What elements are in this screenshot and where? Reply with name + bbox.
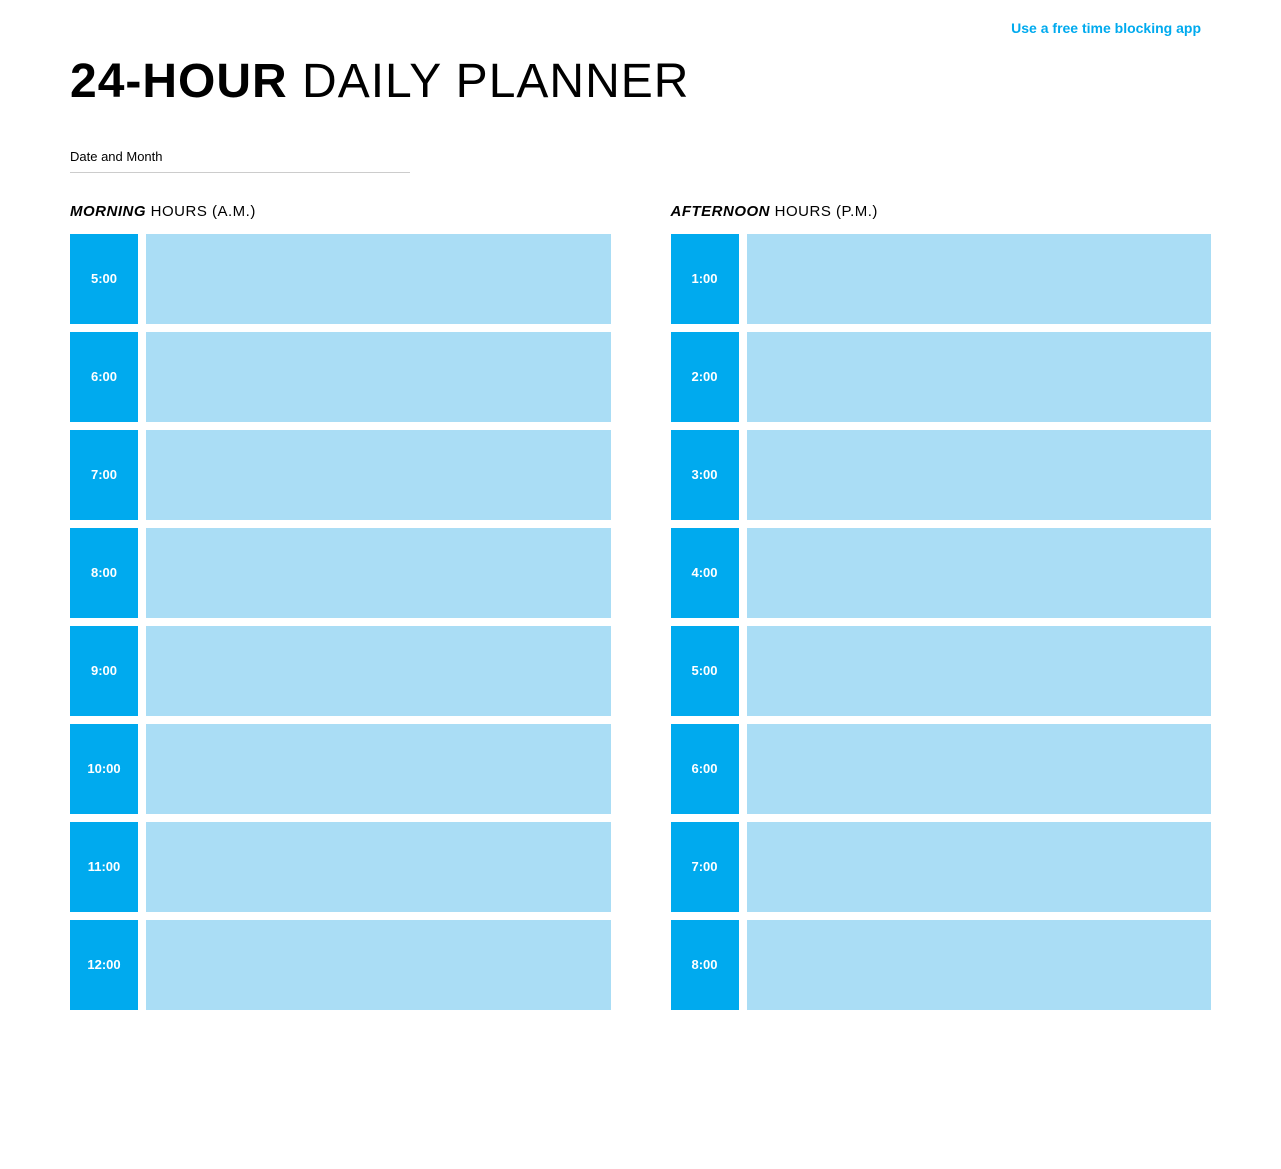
time-slot: 7:00 bbox=[671, 822, 1212, 912]
time-label: 9:00 bbox=[70, 626, 138, 716]
date-label: Date and Month bbox=[70, 149, 430, 164]
time-slot: 4:00 bbox=[671, 528, 1212, 618]
time-label: 6:00 bbox=[70, 332, 138, 422]
time-block[interactable] bbox=[747, 724, 1212, 814]
time-slot: 1:00 bbox=[671, 234, 1212, 324]
time-block[interactable] bbox=[747, 234, 1212, 324]
time-block[interactable] bbox=[747, 528, 1212, 618]
time-label: 11:00 bbox=[70, 822, 138, 912]
time-label: 8:00 bbox=[70, 528, 138, 618]
time-slot: 2:00 bbox=[671, 332, 1212, 422]
page-title: 24-HOUR DAILY PLANNER bbox=[70, 56, 1211, 109]
time-slot: 6:00 bbox=[671, 724, 1212, 814]
time-block[interactable] bbox=[146, 920, 611, 1010]
time-slot: 5:00 bbox=[671, 626, 1212, 716]
time-slot: 8:00 bbox=[70, 528, 611, 618]
time-label: 3:00 bbox=[671, 430, 739, 520]
morning-column: MORNING HOURS (A.M.) 5:00 6:00 7:00 8:00… bbox=[70, 203, 611, 1018]
time-label: 1:00 bbox=[671, 234, 739, 324]
time-label: 6:00 bbox=[671, 724, 739, 814]
time-label: 10:00 bbox=[70, 724, 138, 814]
afternoon-column: AFTERNOON HOURS (P.M.) 1:00 2:00 3:00 4:… bbox=[671, 203, 1212, 1018]
time-blocking-link[interactable]: Use a free time blocking app bbox=[1011, 20, 1201, 36]
time-slot: 5:00 bbox=[70, 234, 611, 324]
time-label: 8:00 bbox=[671, 920, 739, 1010]
planner-body: MORNING HOURS (A.M.) 5:00 6:00 7:00 8:00… bbox=[0, 203, 1281, 1018]
time-slot: 10:00 bbox=[70, 724, 611, 814]
time-block[interactable] bbox=[747, 822, 1212, 912]
time-slot: 8:00 bbox=[671, 920, 1212, 1010]
time-block[interactable] bbox=[747, 430, 1212, 520]
afternoon-header: AFTERNOON HOURS (P.M.) bbox=[671, 203, 1212, 220]
date-divider bbox=[70, 172, 410, 173]
time-block[interactable] bbox=[747, 920, 1212, 1010]
time-slot: 7:00 bbox=[70, 430, 611, 520]
time-block[interactable] bbox=[146, 332, 611, 422]
time-block[interactable] bbox=[747, 332, 1212, 422]
time-block[interactable] bbox=[146, 626, 611, 716]
morning-header: MORNING HOURS (A.M.) bbox=[70, 203, 611, 220]
time-label: 2:00 bbox=[671, 332, 739, 422]
time-block[interactable] bbox=[146, 724, 611, 814]
time-label: 12:00 bbox=[70, 920, 138, 1010]
time-slot: 3:00 bbox=[671, 430, 1212, 520]
time-label: 7:00 bbox=[70, 430, 138, 520]
time-label: 7:00 bbox=[671, 822, 739, 912]
time-label: 5:00 bbox=[70, 234, 138, 324]
time-block[interactable] bbox=[146, 822, 611, 912]
time-slot: 6:00 bbox=[70, 332, 611, 422]
time-slot: 12:00 bbox=[70, 920, 611, 1010]
time-slot: 9:00 bbox=[70, 626, 611, 716]
time-block[interactable] bbox=[146, 528, 611, 618]
time-slot: 11:00 bbox=[70, 822, 611, 912]
time-block[interactable] bbox=[146, 234, 611, 324]
time-label: 4:00 bbox=[671, 528, 739, 618]
time-block[interactable] bbox=[146, 430, 611, 520]
time-label: 5:00 bbox=[671, 626, 739, 716]
time-block[interactable] bbox=[747, 626, 1212, 716]
